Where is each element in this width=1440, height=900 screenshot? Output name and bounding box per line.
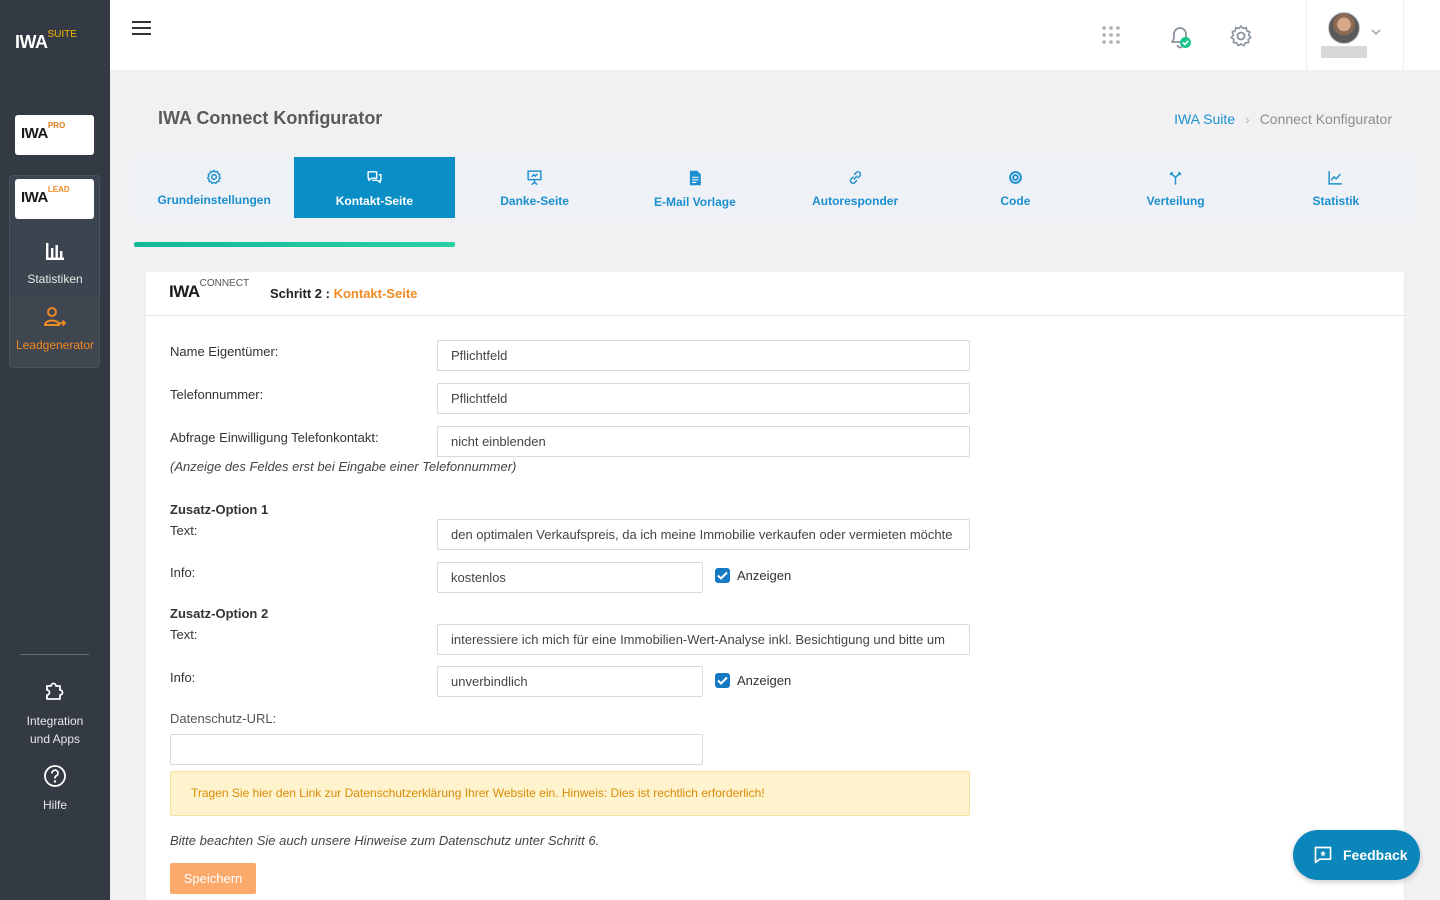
step-name: Kontakt-Seite: [333, 286, 418, 301]
wizard-progress-fill: [134, 242, 455, 247]
tab-label: Grundeinstellungen: [157, 193, 271, 207]
option2-info-label: Info:: [170, 670, 196, 685]
gear-icon: [1230, 25, 1252, 47]
option1-show-checkbox[interactable]: Anzeigen: [715, 568, 791, 583]
apps-grid-icon: [1102, 26, 1120, 44]
sidebar-item-label: Statistiken: [27, 272, 83, 286]
tab-danke-seite[interactable]: Danke-Seite: [455, 157, 615, 218]
menu-toggle-button[interactable]: [132, 20, 152, 41]
option2-heading: Zusatz-Option 2: [170, 606, 269, 621]
sidebar-item-leadgenerator[interactable]: Leadgenerator: [0, 306, 110, 352]
tab-grundeinstellungen[interactable]: Grundeinstellungen: [134, 157, 294, 218]
sidebar: IWASUITE IWAPRO IWALEAD Statistiken Lead…: [0, 0, 110, 900]
user-menu[interactable]: [1306, 0, 1404, 70]
step-title: Schritt 2 : Kontakt-Seite: [270, 286, 418, 301]
consent-note: (Anzeige des Feldes erst bei Eingabe ein…: [170, 459, 517, 474]
settings-button[interactable]: [1229, 24, 1253, 53]
privacy-footer-note: Bitte beachten Sie auch unsere Hinweise …: [170, 833, 600, 848]
hamburger-icon: [132, 21, 151, 35]
chart-icon: [1328, 171, 1343, 185]
tab-label: E-Mail Vorlage: [653, 195, 736, 209]
sidebar-divider: [20, 654, 89, 655]
tab-kontakt-seite[interactable]: Kontakt-Seite: [294, 157, 455, 218]
sidebar-item-statistiken[interactable]: Statistiken: [0, 240, 110, 286]
gear-icon: [206, 169, 222, 185]
option2-info-field[interactable]: unverbindlich: [437, 666, 703, 697]
card-header: IWACONNECT Schritt 2 : Kontakt-Seite: [146, 272, 1404, 316]
privacy-url-label: Datenschutz-URL:: [170, 711, 277, 726]
integration-label-1: Integration: [26, 714, 84, 728]
tab-label: Code: [1000, 194, 1031, 208]
option2-text-field[interactable]: interessiere ich mich für eine Immobilie…: [437, 624, 970, 655]
owner-label: Name Eigentümer:: [170, 344, 279, 359]
iwa-connect-logo: IWACONNECT: [169, 278, 250, 301]
tab-label: Danke-Seite: [500, 194, 569, 208]
user-arrow-icon: [43, 307, 67, 327]
tab-email-vorlage[interactable]: E-Mail Vorlage: [615, 157, 775, 218]
document-icon: [689, 170, 701, 186]
option1-text-field[interactable]: den optimalen Verkaufspreis, da ich mein…: [437, 519, 970, 550]
checkbox-checked-icon: [715, 673, 730, 688]
checkbox-checked-icon: [715, 568, 730, 583]
help-icon: [44, 765, 66, 787]
page-title: IWA Connect Konfigurator: [158, 108, 383, 128]
phone-label: Telefonnummer:: [170, 387, 264, 402]
chat-icon: [367, 171, 382, 184]
tab-autoresponder[interactable]: Autoresponder: [775, 157, 935, 218]
sidebar-item-label: Leadgenerator: [15, 338, 95, 352]
option1-heading: Zusatz-Option 1: [170, 502, 269, 517]
tab-label: Statistik: [1312, 194, 1360, 208]
privacy-alert: Tragen Sie hier den Link zur Datenschutz…: [170, 771, 970, 816]
option1-info-field[interactable]: kostenlos: [437, 562, 703, 593]
split-arrow-icon: [1169, 171, 1182, 185]
feedback-button[interactable]: Feedback: [1293, 830, 1420, 880]
topbar: [110, 0, 1440, 70]
notifications-button[interactable]: [1167, 24, 1193, 55]
breadcrumb: IWA Suite › Connect Konfigurator: [1174, 111, 1392, 127]
avatar: [1328, 12, 1360, 44]
wizard-tabs: Grundeinstellungen Kontakt-Seite Danke-S…: [134, 157, 1416, 218]
target-icon: [1009, 171, 1022, 184]
privacy-url-field[interactable]: [170, 734, 703, 765]
tab-statistik[interactable]: Statistik: [1256, 157, 1416, 218]
bell-icon: [1171, 27, 1191, 49]
breadcrumb-home-link[interactable]: IWA Suite: [1174, 111, 1235, 127]
consent-select[interactable]: nicht einblenden: [437, 426, 970, 457]
feedback-icon: [1314, 846, 1332, 864]
tab-label: Verteilung: [1146, 194, 1205, 208]
breadcrumb-current: Connect Konfigurator: [1259, 111, 1392, 127]
sidebar-item-label: Hilfe: [42, 798, 67, 812]
tab-code[interactable]: Code: [935, 157, 1095, 218]
iwa-lead-switch[interactable]: IWALEAD: [15, 179, 94, 219]
iwa-suite-logo[interactable]: IWASUITE: [15, 29, 77, 53]
user-name-redacted: [1321, 46, 1367, 58]
breadcrumb-separator-icon: ›: [1245, 111, 1250, 127]
phone-field[interactable]: Pflichtfeld: [437, 383, 970, 414]
feedback-label: Feedback: [1343, 847, 1408, 863]
tab-label: Kontakt-Seite: [335, 194, 414, 208]
save-button[interactable]: Speichern: [170, 863, 256, 894]
wizard-progress: [134, 242, 1416, 247]
consent-label: Abfrage Einwilligung Telefonkontakt:: [170, 430, 379, 445]
iwa-pro-switch[interactable]: IWAPRO: [15, 115, 94, 155]
tab-label: Autoresponder: [812, 194, 899, 208]
presentation-icon: [527, 170, 542, 186]
tab-verteilung[interactable]: Verteilung: [1096, 157, 1256, 218]
bar-chart-icon: [46, 243, 64, 260]
sidebar-item-hilfe[interactable]: Hilfe: [0, 764, 110, 812]
integration-label-2: und Apps: [29, 732, 81, 746]
checkbox-label: Anzeigen: [737, 568, 792, 583]
owner-field[interactable]: Pflichtfeld: [437, 340, 970, 371]
sidebar-item-integration[interactable]: Integration und Apps: [0, 678, 110, 748]
option2-show-checkbox[interactable]: Anzeigen: [715, 673, 791, 688]
chevron-down-icon: [1371, 29, 1381, 35]
form-card: IWACONNECT Schritt 2 : Kontakt-Seite Nam…: [146, 272, 1404, 900]
checkbox-label: Anzeigen: [737, 673, 792, 688]
option2-text-label: Text:: [170, 627, 198, 642]
puzzle-icon: [46, 682, 64, 700]
link-icon: [849, 171, 861, 184]
option1-text-label: Text:: [170, 523, 198, 538]
apps-grid-button[interactable]: [1100, 24, 1122, 51]
option1-info-label: Info:: [170, 565, 196, 580]
